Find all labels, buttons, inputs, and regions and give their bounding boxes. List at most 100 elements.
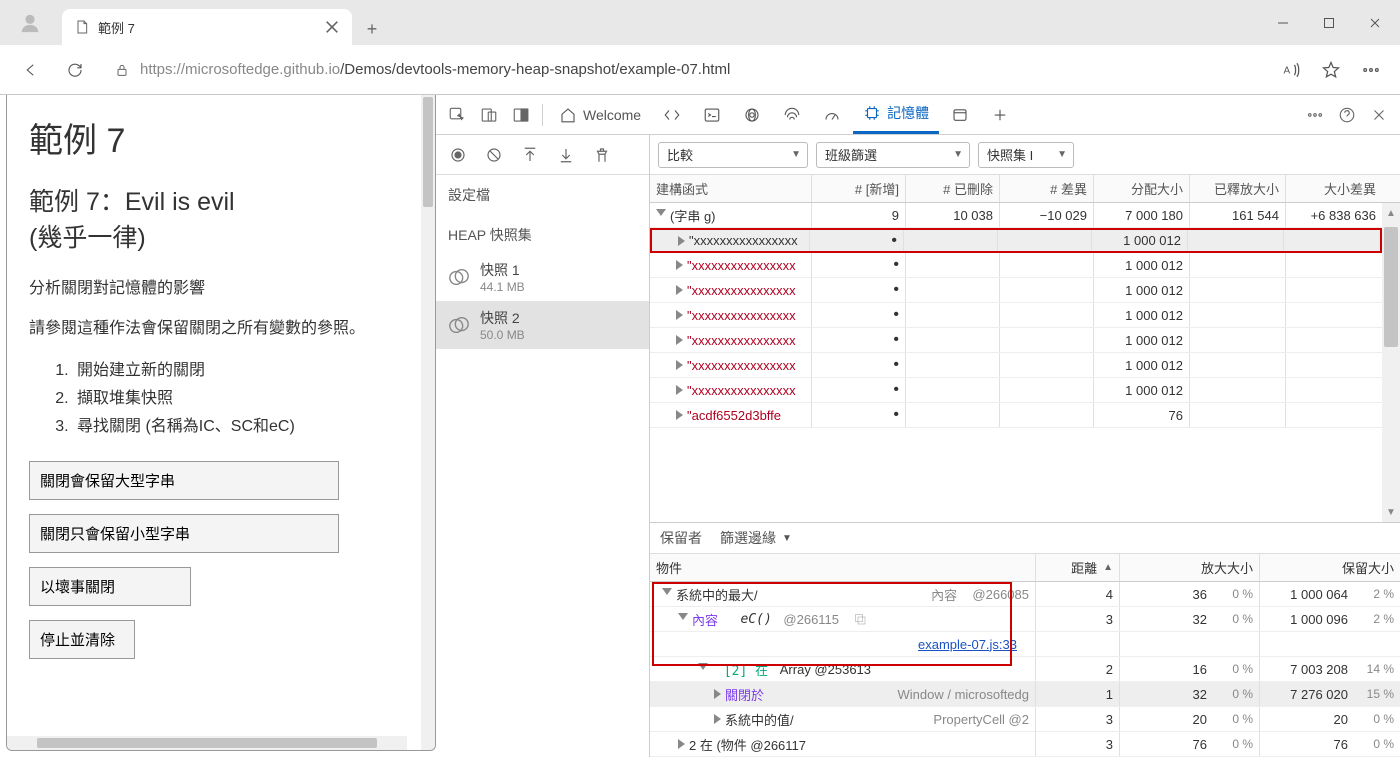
table-row[interactable]: "xxxxxxxxxxxxxxxx • 1 000 012 — [650, 328, 1382, 353]
snapshot-2[interactable]: 快照 250.0 MB — [436, 301, 649, 349]
button-small-string[interactable]: 關閉只會保留小型字串 — [29, 514, 339, 553]
page-p1: 分析關閉對記憶體的影響 — [29, 277, 399, 301]
snapshot-1[interactable]: 快照 144.1 MB — [436, 253, 649, 301]
retainer-row[interactable]: [2] 在 Array @253613 2 160 % 7 003 20814 … — [650, 657, 1400, 682]
table-row[interactable]: "xxxxxxxxxxxxxxxx • 1 000 012 — [650, 378, 1382, 403]
favorite-button[interactable] — [1316, 55, 1346, 85]
gc-button[interactable] — [590, 143, 614, 167]
read-aloud-icon[interactable]: A — [1276, 55, 1306, 85]
table-row[interactable]: "xxxxxxxxxxxxxxxx • 1 000 012 — [650, 278, 1382, 303]
col-shallow[interactable]: 放大大小 — [1120, 554, 1260, 581]
memory-main: 比較 班級篩選 快照集 I 建構函式 # [新增] # 已刪除 # 差異 分配大… — [650, 135, 1400, 757]
back-button[interactable] — [14, 53, 48, 87]
col-alloc[interactable]: 分配大小 — [1094, 175, 1190, 202]
source-link[interactable]: example-07.js:33 — [918, 637, 1017, 652]
retainer-row-link[interactable]: example-07.js:33 — [650, 632, 1400, 657]
step-2: 擷取堆集快照 — [73, 385, 399, 413]
tab-memory[interactable]: 記憶體 — [853, 96, 939, 134]
expand-icon[interactable] — [676, 410, 683, 420]
col-sizediff[interactable]: 大小差異 — [1286, 175, 1382, 202]
devtools-help-icon[interactable] — [1332, 100, 1362, 130]
device-toolbar-icon[interactable] — [474, 100, 504, 130]
retainer-row[interactable]: 關閉於Window / microsoftedg 1 320 % 7 276 0… — [650, 682, 1400, 707]
retainer-row[interactable]: 系統中的值/PropertyCell @2 3 200 % 200 % — [650, 707, 1400, 732]
tab-elements[interactable] — [653, 96, 691, 134]
expand-icon[interactable] — [676, 260, 683, 270]
expand-icon[interactable] — [678, 236, 685, 246]
table-row-selected[interactable]: "xxxxxxxxxxxxxxxx • 1 000 012 — [650, 228, 1382, 253]
refresh-button[interactable] — [58, 53, 92, 87]
table-v-scrollbar[interactable]: ▲▼ — [1382, 203, 1400, 522]
file-icon — [74, 19, 90, 35]
expand-icon[interactable] — [678, 613, 688, 625]
expand-icon[interactable] — [678, 739, 685, 749]
button-large-string[interactable]: 關閉會保留大型字串 — [29, 461, 339, 500]
retainers-filter[interactable]: 篩選邊緣 ▼ — [720, 528, 792, 548]
load-button[interactable] — [518, 143, 542, 167]
expand-icon[interactable] — [656, 209, 666, 221]
devtools-panel: Welcome 記憶體 — [436, 95, 1400, 757]
devtools-more-icon[interactable] — [1300, 100, 1330, 130]
profile-avatar[interactable] — [10, 8, 50, 38]
record-button[interactable] — [446, 143, 470, 167]
retainers-bar: 保留者 篩選邊緣 ▼ — [650, 522, 1400, 554]
view-mode-select[interactable]: 比較 — [658, 142, 808, 168]
retainer-row[interactable]: 2 在 (物件 @266117 3 760 % 760 % — [650, 732, 1400, 757]
page-v-scrollbar[interactable] — [421, 95, 435, 750]
more-button[interactable] — [1356, 55, 1386, 85]
retainer-row[interactable]: 系統中的最大/內容 @266085 4 360 % 1 000 0642 % — [650, 582, 1400, 607]
browser-tab[interactable]: 範例 7 — [62, 9, 352, 45]
comparison-table-header: 建構函式 # [新增] # 已刪除 # 差異 分配大小 已釋放大小 大小差異 — [650, 175, 1400, 203]
expand-icon[interactable] — [676, 385, 683, 395]
expand-icon[interactable] — [676, 335, 683, 345]
class-filter-input[interactable]: 班級篩選 — [816, 142, 970, 168]
rendered-page: 範例 7 範例 7：Evil is evil(幾乎一律) 分析關閉對記憶體的影響… — [6, 95, 436, 751]
col-retained[interactable]: 保留大小 — [1260, 554, 1400, 581]
tab-sources[interactable] — [733, 96, 771, 134]
table-row[interactable]: "xxxxxxxxxxxxxxxx • 1 000 012 — [650, 353, 1382, 378]
devtools-close-icon[interactable] — [1364, 100, 1394, 130]
tab-application[interactable] — [941, 96, 979, 134]
retainers-tab[interactable]: 保留者 — [660, 528, 702, 548]
minimize-button[interactable] — [1260, 4, 1306, 42]
table-row[interactable]: "acdf6552d3bffe • 76 — [650, 403, 1382, 428]
button-evil-close[interactable]: 以壞事關閉 — [29, 567, 191, 606]
tab-welcome[interactable]: Welcome — [549, 96, 651, 134]
dock-icon[interactable] — [506, 100, 536, 130]
tab-more[interactable] — [981, 96, 1019, 134]
expand-icon[interactable] — [676, 360, 683, 370]
col-object[interactable]: 物件 — [650, 554, 1036, 581]
retainer-row[interactable]: 內容 eC() @266115 3 320 % 1 000 0962 % — [650, 607, 1400, 632]
tab-network[interactable] — [773, 96, 811, 134]
col-distance[interactable]: 距離▲ — [1036, 554, 1120, 581]
tabs-strip: 範例 7 + — [50, 0, 1260, 45]
expand-icon[interactable] — [714, 714, 721, 724]
close-window-button[interactable] — [1352, 4, 1398, 42]
new-tab-button[interactable]: + — [356, 13, 388, 45]
button-stop-clear[interactable]: 停止並清除 — [29, 620, 135, 659]
expand-icon[interactable] — [698, 663, 708, 675]
close-tab-button[interactable] — [324, 19, 340, 35]
tab-performance[interactable] — [813, 96, 851, 134]
page-h-scrollbar[interactable] — [7, 736, 407, 750]
col-new[interactable]: # [新增] — [812, 175, 906, 202]
table-row[interactable]: "xxxxxxxxxxxxxxxx • 1 000 012 — [650, 303, 1382, 328]
inspect-element-icon[interactable] — [442, 100, 472, 130]
expand-icon[interactable] — [714, 689, 721, 699]
url-field[interactable]: https://microsoftedge.github.io/Demos/de… — [102, 53, 1266, 87]
save-button[interactable] — [554, 143, 578, 167]
col-deleted[interactable]: # 已刪除 — [906, 175, 1000, 202]
col-freed[interactable]: 已釋放大小 — [1190, 175, 1286, 202]
col-constructor[interactable]: 建構函式 — [650, 175, 812, 202]
expand-icon[interactable] — [676, 285, 683, 295]
table-row[interactable]: "xxxxxxxxxxxxxxxx • 1 000 012 — [650, 253, 1382, 278]
table-row[interactable]: (字串 g) 9 10 038 −10 029 7 000 180 161 54… — [650, 203, 1382, 228]
clear-button[interactable] — [482, 143, 506, 167]
comparison-table: (字串 g) 9 10 038 −10 029 7 000 180 161 54… — [650, 203, 1400, 522]
expand-icon[interactable] — [676, 310, 683, 320]
expand-icon[interactable] — [662, 588, 672, 600]
tab-console[interactable] — [693, 96, 731, 134]
base-snapshot-select[interactable]: 快照集 I — [978, 142, 1074, 168]
maximize-button[interactable] — [1306, 4, 1352, 42]
col-diff[interactable]: # 差異 — [1000, 175, 1094, 202]
